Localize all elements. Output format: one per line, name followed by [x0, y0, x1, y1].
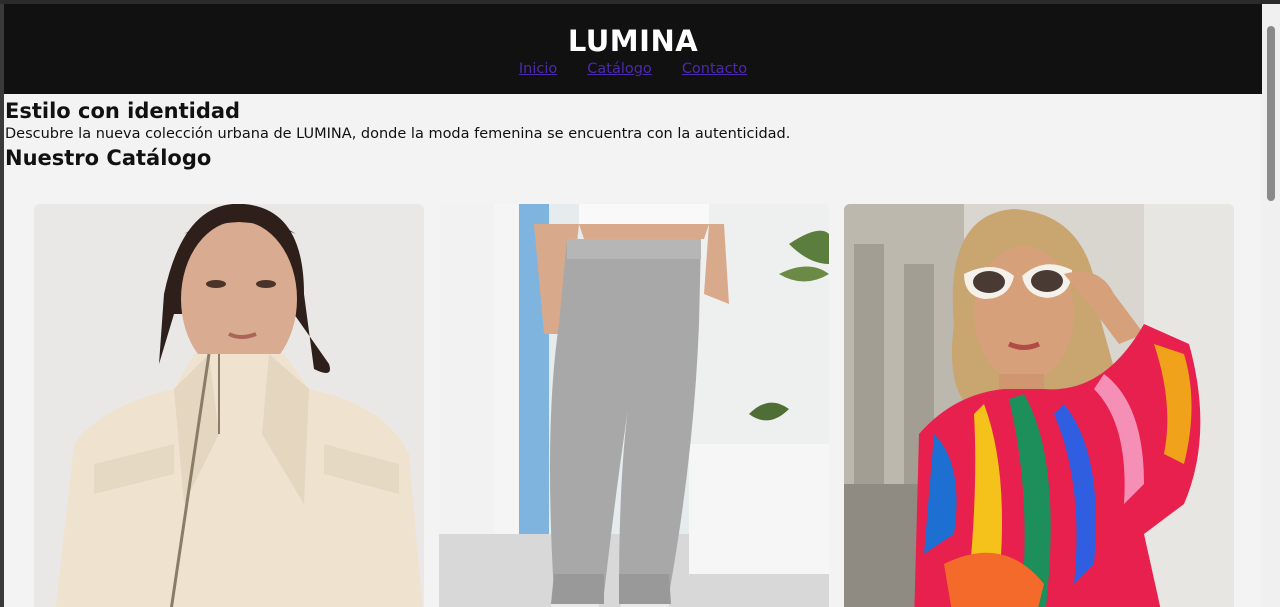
nav-link-inicio[interactable]: Inicio: [519, 60, 557, 78]
product-card-cream-jacket[interactable]: [34, 204, 424, 607]
product-image-gray-joggers: [439, 204, 829, 607]
main-content: Estilo con identidad Descubre la nueva c…: [4, 97, 1262, 172]
catalog-title: Nuestro Catálogo: [5, 146, 212, 170]
scrollbar-thumb[interactable]: [1267, 26, 1275, 201]
nav-link-contacto[interactable]: Contacto: [682, 60, 747, 78]
product-grid: [34, 204, 1234, 607]
product-card-gray-joggers[interactable]: [439, 204, 829, 607]
product-card-colorful-blouse[interactable]: [844, 204, 1234, 607]
hero-description: Descubre la nueva colección urbana de LU…: [5, 126, 791, 142]
site-header: LUMINA Inicio Catálogo Contacto: [4, 4, 1262, 94]
product-image-colorful-blouse: [844, 204, 1234, 607]
product-image-cream-jacket: [34, 204, 424, 607]
page-viewport: LUMINA Inicio Catálogo Contacto Estilo c…: [4, 4, 1262, 607]
hero-title: Estilo con identidad: [5, 99, 241, 123]
vertical-scrollbar[interactable]: [1262, 4, 1280, 607]
nav-link-catalogo[interactable]: Catálogo: [587, 60, 652, 78]
main-nav: Inicio Catálogo Contacto: [519, 60, 747, 78]
brand-logo[interactable]: LUMINA: [568, 24, 698, 58]
